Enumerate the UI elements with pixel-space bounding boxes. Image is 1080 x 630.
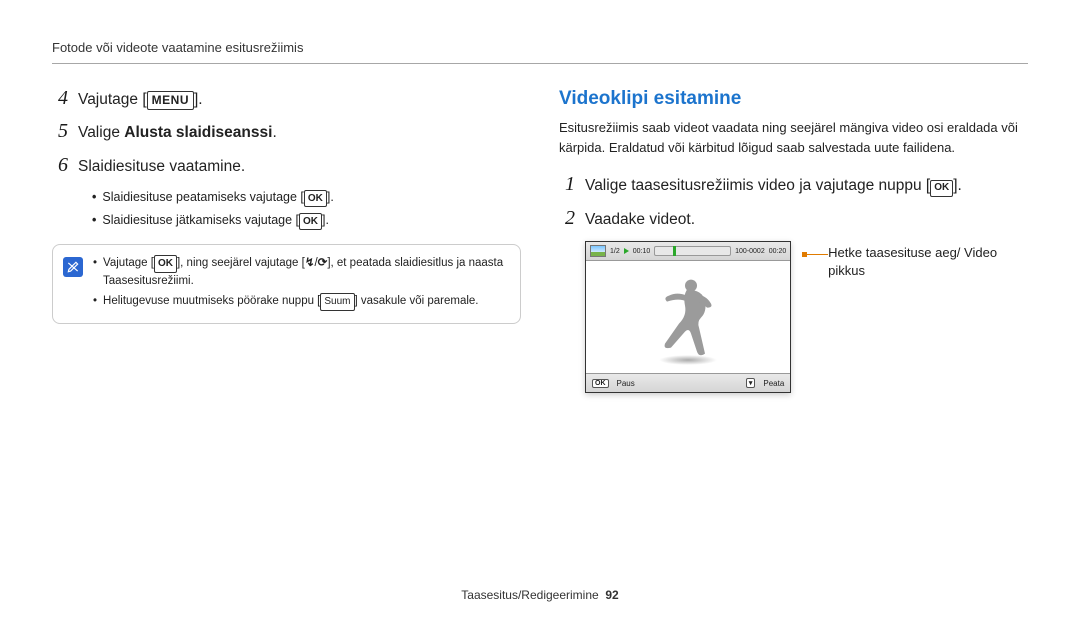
step-4: 4 Vajutage [MENU]. [52,88,521,111]
callout-line [805,254,828,255]
bullet-dot: • [92,188,96,207]
ok-pill-small: OK [592,379,609,388]
note-icon [63,257,83,277]
note-box: • Vajutage [OK], ning seejärel vajutage … [52,244,521,323]
step-text-suffix: . [272,124,276,141]
section-path: Fotode või videote vaatamine esitusrežii… [52,40,1028,55]
step-bold: Alusta slaidiseanssi [124,124,272,141]
step-2: 2 Vaadake videot. [559,208,1028,231]
dancer-silhouette [657,276,719,366]
step-text: Valige [78,124,124,141]
progress-bar [654,246,731,256]
paus-label: Paus [617,379,635,388]
step-text: Vaadake videot. [585,209,695,231]
bullet-text: Slaidiesituse peatamiseks vajutage [ [102,190,304,204]
bullet-text-post: ]. [322,213,329,227]
ok-pill: OK [304,190,327,207]
video-player-illustration: 1/2 00:10 100-0002 00:20 [585,241,791,393]
step-text: Valige taasesitusrežiimis video ja vajut… [585,177,930,194]
sub-bullets: • Slaidiesituse peatamiseks vajutage [OK… [92,188,521,230]
step-6: 6 Slaidiesituse vaatamine. [52,155,521,178]
note-text: ] vasakule või paremale. [355,295,479,307]
ok-pill: OK [154,255,177,273]
bullet-text: Slaidiesituse jätkamiseks vajutage [ [102,213,299,227]
file-indicator: 100-0002 [735,248,765,255]
footer-section: Taasesitus/Redigeerimine [461,588,598,602]
step-5: 5 Valige Alusta slaidiseanssi. [52,121,521,144]
thumbnail-icon [590,245,606,257]
step-number: 2 [559,208,575,228]
time-left: 00:10 [633,248,651,255]
page-number: 92 [605,588,618,602]
menu-pill: MENU [147,91,194,110]
bullet-dot: • [92,211,96,230]
peata-label: Peata [763,379,784,388]
divider [52,63,1028,64]
frame-counter: 1/2 [610,248,620,255]
note-text: ], ning seejärel vajutage [ [177,257,305,269]
page-footer: Taasesitus/Redigeerimine 92 [0,588,1080,602]
step-number: 1 [559,174,575,194]
left-column: 4 Vajutage [MENU]. 5 Valige Alusta slaid… [52,88,521,393]
ok-pill: OK [299,213,322,230]
step-text-suffix: ]. [194,91,203,108]
ok-pill: OK [930,180,953,197]
timer-icon: ⟳ [318,257,328,269]
suum-pill: Suum [320,293,354,311]
step-text: Vajutage [ [78,91,147,108]
play-icon [624,248,629,254]
step-text: Slaidiesituse vaatamine. [78,156,245,178]
down-icon: ▾ [746,378,756,388]
intro-text: Esitusrežiimis saab videot vaadata ning … [559,118,1028,158]
bullet-text-post: ]. [327,190,334,204]
note-text: Helitugevuse muutmiseks pöörake nuppu [ [103,295,320,307]
step-1: 1 Valige taasesitusrežiimis video ja vaj… [559,174,1028,197]
bullet-dot: • [93,255,97,291]
bullet-dot: • [93,293,97,311]
note-text: Vajutage [ [103,257,154,269]
time-right: 00:20 [769,248,787,255]
subsection-heading: Videoklipi esitamine [559,88,1028,110]
step-number: 5 [52,121,68,141]
step-number: 4 [52,88,68,108]
callout-text: Hetke taasesituse aeg/ Video pikkus [828,244,1028,280]
step-text: ]. [953,177,962,194]
right-column: Videoklipi esitamine Esitusrežiimis saab… [559,88,1028,393]
step-number: 6 [52,155,68,175]
